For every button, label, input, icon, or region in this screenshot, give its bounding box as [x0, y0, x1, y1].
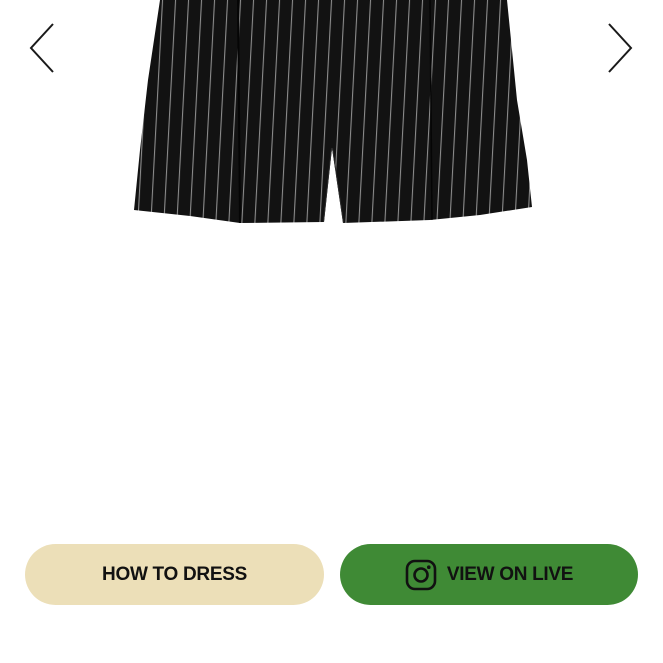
chevron-right-icon	[608, 23, 633, 73]
view-on-live-button[interactable]: VIEW ON LIVE	[340, 544, 638, 605]
carousel-next-button[interactable]	[600, 18, 640, 78]
how-to-dress-button[interactable]: HOW TO DRESS	[25, 544, 324, 605]
pinstripe-shorts-image	[134, 0, 532, 223]
how-to-dress-label: HOW TO DRESS	[102, 563, 247, 585]
view-on-live-label: VIEW ON LIVE	[446, 563, 574, 585]
chevron-left-icon	[29, 23, 54, 73]
instagram-icon	[405, 559, 437, 591]
product-image-viewer	[0, 0, 663, 520]
carousel-prev-button[interactable]	[22, 18, 62, 78]
